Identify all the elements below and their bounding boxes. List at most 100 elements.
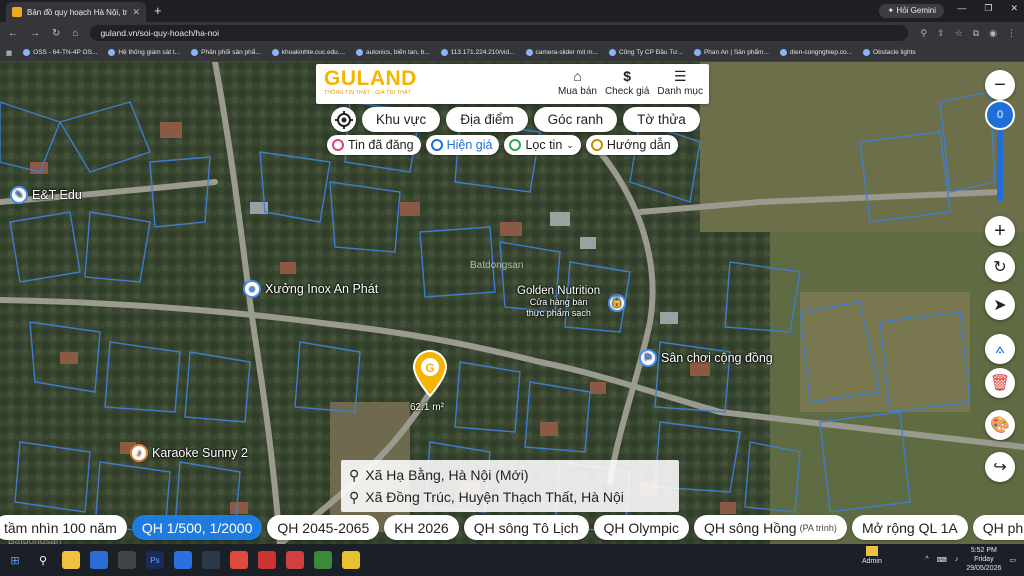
share-map-button[interactable]: ↪ — [985, 452, 1015, 482]
app-icon[interactable] — [90, 551, 108, 569]
parcel-area-label: 62.1 m² — [410, 402, 444, 413]
app-icon[interactable] — [174, 551, 192, 569]
bookmark-star-icon[interactable]: ☆ — [955, 28, 963, 39]
hien-gia-button[interactable]: Hiện giá — [425, 135, 500, 155]
bookmark[interactable]: Obstacle lights — [863, 49, 916, 56]
nav-danh-muc[interactable]: ☰ Danh mục — [657, 68, 703, 97]
bookmark[interactable]: khoakinhte.cuc.edu.... — [271, 49, 345, 56]
refresh-button[interactable]: ↻ — [985, 252, 1015, 282]
app-icon[interactable] — [258, 551, 276, 569]
layer-tab[interactable]: QH phân l — [972, 515, 1024, 540]
user-folder[interactable]: Admin — [862, 546, 882, 566]
bookmark[interactable]: 113.171.224.210/vid... — [440, 49, 515, 56]
loc-tin-dropdown[interactable]: Lọc tin ⌄ — [504, 135, 581, 155]
selected-parcel-marker-icon[interactable]: G — [412, 350, 448, 398]
profile-icon[interactable]: ◉ — [989, 28, 997, 39]
layer-tab[interactable]: QH 2045-2065 — [267, 515, 380, 540]
photoshop-icon[interactable]: Ps — [146, 551, 164, 569]
poi-label: Xưởng Inox An Phát — [265, 282, 379, 296]
layer-tab-active[interactable]: QH 1/500, 1/2000 — [131, 515, 263, 540]
bookmark[interactable]: Hệ thống giám sát t... — [108, 49, 180, 56]
layer-tab[interactable]: QH Olympic — [593, 515, 689, 540]
layer-tab[interactable]: tầm nhìn 100 năm — [0, 515, 127, 540]
bookmark[interactable]: camera-slider mit m... — [525, 49, 598, 56]
refresh-icon: ↻ — [993, 259, 1007, 276]
system-clock[interactable]: 5:52 PM Friday 29/05/2026 — [966, 546, 1001, 573]
minus-icon: − — [994, 73, 1006, 96]
zoom-in-button[interactable]: + — [985, 216, 1015, 246]
forward-icon[interactable]: → — [30, 28, 40, 39]
layer-style-button[interactable]: 🎨 — [985, 410, 1015, 440]
extensions-icon[interactable]: ⧉ — [973, 28, 979, 39]
poi-label: Golden Nutrition — [517, 285, 601, 297]
browser-menu-icon[interactable]: ⋮ — [1007, 28, 1016, 39]
poi-et-edu[interactable]: ✎ E&T Edu — [10, 186, 82, 204]
header-nav: ⌂ Mua bán $ Check giá ☰ Danh mục — [558, 68, 703, 97]
bookmark-favicon-icon — [356, 49, 364, 56]
navigate-button[interactable]: ➤ — [985, 290, 1015, 320]
filter-dia-diem[interactable]: Địa điểm — [446, 107, 528, 132]
volume-icon[interactable]: ♪ — [955, 556, 959, 563]
locate-me-button[interactable] — [331, 107, 356, 132]
app-icon[interactable] — [286, 551, 304, 569]
zoom-out-button[interactable]: − — [985, 70, 1015, 100]
layer-tab[interactable]: QH sông Hồng (PA trình) — [693, 515, 847, 540]
home-icon[interactable]: ⌂ — [72, 28, 78, 39]
bookmark-label: Phân phối sản phẩ... — [201, 49, 261, 56]
poi-karaoke[interactable]: ♪ Karaoke Sunny 2 — [130, 444, 248, 462]
gemini-button[interactable]: ✦ Hỏi Gemini — [879, 4, 944, 18]
minimize-icon[interactable]: — — [957, 3, 966, 14]
tin-da-dang-button[interactable]: Tin đã đăng — [327, 135, 421, 155]
network-icon[interactable]: ⌨ — [937, 556, 947, 564]
bookmark[interactable]: Phan An | Sản phẩm... — [693, 49, 769, 56]
bookmark[interactable]: Công Ty CP Đầu Tư... — [608, 49, 683, 56]
app-icon[interactable] — [118, 551, 136, 569]
filter-goc-ranh[interactable]: Góc ranh — [533, 107, 618, 132]
batdongsan-watermark: Batdongsan — [470, 260, 524, 271]
huong-dan-button[interactable]: Hướng dẫn — [585, 135, 678, 155]
nav-mua-ban[interactable]: ⌂ Mua bán — [558, 68, 597, 97]
bookmark-label: Phan An | Sản phẩm... — [703, 49, 769, 56]
layer-tab[interactable]: QH sông Tô Lịch — [463, 515, 589, 540]
navigation-arrow-icon: ➤ — [993, 297, 1007, 314]
button-label: Tin đã đăng — [348, 138, 414, 152]
nav-label: Mua bán — [558, 86, 597, 97]
share-icon[interactable]: ⇪ — [937, 28, 945, 39]
back-icon[interactable]: ← — [8, 28, 18, 39]
layer-tab[interactable]: KH 2026 — [384, 515, 459, 540]
bookmark[interactable]: OSS - 64-TN-4P OS... — [23, 49, 97, 56]
bookmark[interactable]: dien-congnghiep.co... — [779, 49, 852, 56]
filter-to-thua[interactable]: Tờ thửa — [623, 107, 700, 132]
browser-tab[interactable]: Bản đồ quy hoạch Hà Nội, tra c... ✕ — [6, 2, 146, 22]
windows-start-icon[interactable]: ⊞ — [6, 551, 24, 569]
poi-xuong-inox[interactable]: ● Xưởng Inox An Phát — [243, 280, 378, 298]
close-tab-icon[interactable]: ✕ — [132, 7, 140, 18]
zoom-level-handle[interactable]: 0 — [985, 100, 1015, 130]
url-input[interactable]: guland.vn/soi-quy-hoach/ha-noi — [90, 25, 909, 41]
notification-icon[interactable]: ▭ — [1009, 556, 1016, 564]
filter-khu-vuc[interactable]: Khu vực — [362, 107, 441, 132]
delete-button[interactable]: 🗑 — [985, 368, 1015, 398]
tray-chevron-icon[interactable]: ^ — [925, 556, 928, 563]
app-icon[interactable] — [230, 551, 248, 569]
search-icon[interactable]: ⚲ — [34, 551, 52, 569]
bookmark-favicon-icon — [525, 49, 533, 56]
zoom-icon[interactable]: ⚲ — [920, 28, 927, 39]
new-tab-button[interactable]: + — [154, 2, 162, 22]
layer-tab[interactable]: Mở rộng QL 1A — [851, 515, 968, 540]
nav-check-gia[interactable]: $ Check giá — [605, 68, 649, 97]
poi-golden-nutrition[interactable]: Golden Nutrition Cửa hàng bán thực phẩm … — [517, 285, 627, 319]
apps-icon[interactable]: ▦ — [6, 49, 12, 57]
guland-logo[interactable]: GULAND THÔNG TIN THẬT · GIÁ TRỊ THẬT — [324, 68, 417, 97]
bookmark[interactable]: autonics, biến tan, b... — [356, 49, 430, 56]
bookmark[interactable]: Phân phối sản phẩ... — [191, 49, 261, 56]
app-icon[interactable] — [202, 551, 220, 569]
poi-san-choi[interactable]: ⚑ Sân chơi cộng đồng — [639, 349, 773, 367]
maximize-icon[interactable]: ❐ — [984, 3, 992, 14]
close-window-icon[interactable]: ✕ — [1010, 3, 1018, 14]
reload-icon[interactable]: ↻ — [52, 28, 60, 39]
measure-button[interactable]: ⟑ — [985, 334, 1015, 364]
file-explorer-icon[interactable] — [62, 551, 80, 569]
chrome-icon[interactable] — [342, 551, 360, 569]
app-icon[interactable] — [314, 551, 332, 569]
